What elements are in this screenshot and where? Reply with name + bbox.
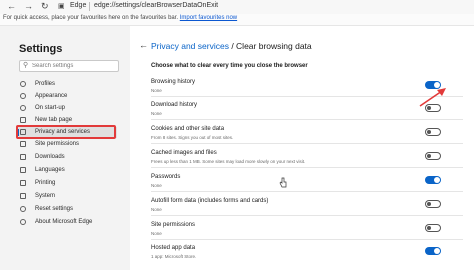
setting-desc: None	[151, 111, 162, 116]
sidebar-item-profiles[interactable]: Profiles	[17, 79, 117, 90]
sidebar-item-reset-settings[interactable]: Reset settings	[17, 204, 117, 215]
sidebar-item-label: Site permissions	[35, 141, 80, 147]
hosted-app-data-toggle[interactable]	[425, 247, 441, 255]
setting-title: Hosted app data	[151, 245, 196, 251]
cookies-toggle[interactable]	[425, 128, 441, 136]
site-permissions-toggle[interactable]	[425, 224, 441, 232]
setting-desc: 1 app: Microsoft Store.	[151, 254, 197, 259]
address-bar-url[interactable]: edge://settings/clearBrowserDataOnExit	[94, 2, 218, 9]
setting-title: Browsing history	[151, 79, 196, 85]
setting-title: Passwords	[151, 174, 181, 180]
lock-icon: ▣	[58, 3, 65, 10]
page-title: Privacy and services / Clear browsing da…	[151, 41, 312, 51]
sidebar-item-label: System	[35, 193, 56, 199]
sidebar-item-downloads[interactable]: Downloads	[17, 152, 117, 163]
search-icon: ⚲	[23, 62, 29, 69]
sidebar-item-label: Languages	[35, 167, 65, 173]
system-icon	[20, 193, 26, 199]
printer-icon	[20, 180, 26, 186]
sidebar-item-system[interactable]: System	[17, 191, 117, 202]
row-divider	[151, 239, 463, 240]
settings-sidebar: Settings ⚲ Profiles Appearance On start-…	[0, 26, 130, 270]
sidebar-item-label: Reset settings	[35, 206, 74, 212]
favourites-bar-text: For quick access, place your favourites …	[3, 15, 179, 21]
sidebar-item-label: Downloads	[35, 154, 65, 160]
sidebar-item-appearance[interactable]: Appearance	[17, 91, 117, 102]
section-subheading: Choose what to clear every time you clos…	[151, 63, 308, 69]
reset-icon	[20, 206, 26, 212]
power-icon	[20, 105, 26, 111]
setting-title: Autofill form data (includes forms and c…	[151, 198, 269, 204]
setting-desc: None	[151, 231, 162, 236]
languages-icon	[20, 167, 26, 173]
hand-cursor-icon	[279, 177, 287, 188]
setting-title: Cookies and other site data	[151, 126, 225, 132]
forward-arrow-icon[interactable]: →	[24, 1, 33, 12]
profile-icon	[20, 81, 26, 87]
settings-title: Settings	[19, 43, 63, 55]
row-divider	[151, 191, 463, 192]
back-arrow-icon[interactable]: ←	[7, 1, 16, 12]
setting-desc: None	[151, 207, 162, 212]
sidebar-item-label: Appearance	[35, 93, 68, 99]
passwords-toggle[interactable]	[425, 176, 441, 184]
red-arrow-annotation-icon	[419, 88, 446, 107]
search-input[interactable]	[32, 61, 116, 71]
setting-title: Cached images and files	[151, 150, 217, 156]
sidebar-item-label: New tab page	[35, 117, 73, 123]
back-button-icon[interactable]: ←	[139, 40, 148, 50]
main-content: ← Privacy and services / Clear browsing …	[130, 26, 474, 270]
new-tab-icon	[20, 117, 26, 123]
favourites-bar-message: For quick access, place your favourites …	[3, 15, 237, 21]
sidebar-item-label: On start-up	[35, 105, 66, 111]
page-title-text: Clear browsing data	[236, 41, 312, 51]
appearance-icon	[20, 93, 26, 99]
setting-title: Site permissions	[151, 222, 196, 228]
download-icon	[20, 154, 26, 160]
sidebar-item-about-microsoft-edge[interactable]: About Microsoft Edge	[17, 217, 117, 228]
breadcrumb-privacy-and-services[interactable]: Privacy and services	[151, 41, 229, 51]
row-divider	[151, 143, 463, 144]
setting-desc: None	[151, 183, 162, 188]
edge-icon	[20, 219, 26, 225]
row-divider	[151, 167, 463, 168]
browser-toolbar: ← → ↻ ▣ Edge edge://settings/clearBrowse…	[0, 0, 474, 14]
autofill-toggle[interactable]	[425, 200, 441, 208]
setting-title: Download history	[151, 102, 198, 108]
sidebar-item-label: Profiles	[35, 81, 56, 87]
sidebar-item-site-permissions[interactable]: Site permissions	[17, 139, 117, 150]
row-divider	[151, 119, 463, 120]
sidebar-item-languages[interactable]: Languages	[17, 165, 117, 176]
address-separator	[89, 2, 90, 11]
edge-label: Edge	[70, 2, 87, 9]
cached-images-toggle[interactable]	[425, 152, 441, 160]
setting-desc: None	[151, 88, 162, 93]
sidebar-item-label: Printing	[35, 180, 56, 186]
permissions-icon	[20, 141, 26, 147]
setting-desc: From 8 sites. Signs you out of most site…	[151, 135, 234, 140]
search-box[interactable]: ⚲	[19, 60, 119, 72]
setting-desc: Frees up less than 1 MB. Some sites may …	[151, 159, 306, 164]
refresh-icon[interactable]: ↻	[41, 1, 49, 12]
row-divider	[151, 215, 463, 216]
sidebar-item-label: About Microsoft Edge	[35, 219, 93, 225]
breadcrumb-separator: /	[228, 41, 237, 51]
sidebar-item-printing[interactable]: Printing	[17, 178, 117, 189]
highlight-box-annotation	[16, 125, 116, 139]
row-divider	[151, 96, 463, 97]
favourites-bar: For quick access, place your favourites …	[0, 14, 474, 26]
sidebar-item-on-start-up[interactable]: On start-up	[17, 103, 117, 114]
import-favourites-link[interactable]: Import favourites now	[180, 15, 237, 21]
